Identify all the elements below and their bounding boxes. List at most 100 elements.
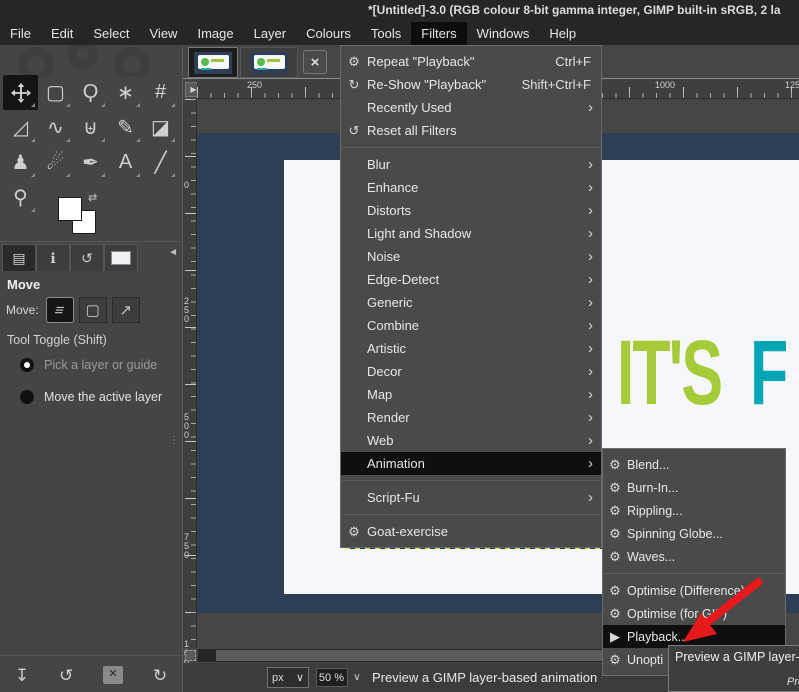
- panel-resize-grip[interactable]: ⋮: [169, 435, 180, 446]
- menu-help[interactable]: Help: [539, 22, 586, 45]
- menu-item-enhance[interactable]: Enhance›: [341, 176, 601, 199]
- scrollbar-thumb[interactable]: [216, 650, 608, 661]
- tab-image-thumbnail[interactable]: [104, 244, 138, 271]
- quick-mask-toggle-icon[interactable]: [185, 650, 196, 661]
- delete-preset-icon[interactable]: ×: [103, 666, 123, 684]
- zoom-input[interactable]: 50 %: [316, 668, 348, 687]
- tool-warp[interactable]: ∿: [38, 110, 73, 145]
- tab-device-status[interactable]: ℹ: [36, 244, 70, 271]
- shear-icon: ◿: [13, 115, 28, 140]
- text-tool-icon: A: [119, 151, 132, 174]
- menu-separator: [342, 480, 600, 481]
- tool-shear[interactable]: ◿: [3, 110, 38, 145]
- menu-item-edge-detect[interactable]: Edge-Detect›: [341, 268, 601, 291]
- menu-view[interactable]: View: [140, 22, 188, 45]
- close-image-icon[interactable]: ×: [303, 50, 327, 74]
- menu-edit[interactable]: Edit: [41, 22, 83, 45]
- menu-item-noise[interactable]: Noise›: [341, 245, 601, 268]
- tool-paintbrush[interactable]: ✎: [108, 110, 143, 145]
- menu-item-map[interactable]: Map›: [341, 383, 601, 406]
- menu-item-reset-all-filters[interactable]: ↺ Reset all Filters: [341, 119, 601, 142]
- reset-defaults-icon[interactable]: ↻: [153, 667, 167, 684]
- image-tab-1[interactable]: [188, 47, 238, 78]
- menu-item-light-and-shadow[interactable]: Light and Shadow›: [341, 222, 601, 245]
- image-thumbnail: [250, 52, 288, 74]
- tool-free-select[interactable]: Ϙ: [73, 75, 108, 110]
- menu-select[interactable]: Select: [83, 22, 139, 45]
- radio-selected-icon[interactable]: [20, 358, 34, 372]
- restore-preset-icon[interactable]: ↺: [59, 667, 73, 684]
- reset-icon: ↺: [341, 123, 367, 139]
- tool-options-title: Move: [7, 277, 40, 292]
- menu-filters[interactable]: Filters: [411, 22, 466, 45]
- tab-tool-options[interactable]: ▤: [2, 244, 36, 271]
- unit-select[interactable]: px ∨: [267, 667, 309, 688]
- submenu-item-optimise-difference[interactable]: ⚙Optimise (Difference): [603, 579, 785, 602]
- dock-footer-divider: [0, 655, 182, 656]
- foreground-color-swatch[interactable]: [58, 197, 82, 221]
- menu-item-recently-used[interactable]: Recently Used ›: [341, 96, 601, 119]
- color-swatches[interactable]: ⇄: [58, 193, 118, 237]
- save-preset-icon[interactable]: ↧: [15, 667, 29, 684]
- tool-bucket-fill[interactable]: ⊎: [73, 110, 108, 145]
- move-selection-button[interactable]: ▢: [79, 297, 107, 323]
- menu-item-blur[interactable]: Blur›: [341, 153, 601, 176]
- free-select-icon: Ϙ: [83, 81, 99, 104]
- menu-item-generic[interactable]: Generic›: [341, 291, 601, 314]
- bucket-fill-icon: ⊎: [83, 115, 98, 140]
- zoom-chevron-down-icon[interactable]: ∨: [348, 668, 366, 687]
- tool-zoom[interactable]: ⚲: [3, 180, 38, 215]
- vertical-ruler[interactable]: 0 250 500 750 1000: [183, 99, 197, 648]
- move-layer-button[interactable]: ≡: [46, 297, 74, 323]
- image-tab-2[interactable]: [240, 47, 298, 78]
- swap-colors-icon[interactable]: ⇄: [88, 191, 97, 204]
- tool-crop[interactable]: #: [143, 75, 178, 110]
- collapse-dock-icon[interactable]: ◄: [168, 247, 178, 258]
- tool-fuzzy-select[interactable]: ∗: [108, 75, 143, 110]
- tool-ink[interactable]: ✒: [73, 145, 108, 180]
- menu-file[interactable]: File: [0, 22, 41, 45]
- submenu-arrow-icon: ›: [588, 226, 601, 241]
- move-label: Move:: [6, 303, 39, 317]
- submenu-item-optimise-gif[interactable]: ⚙Optimise (for GIF): [603, 602, 785, 625]
- radio-unselected-icon[interactable]: [20, 390, 34, 404]
- gear-icon: ⚙: [603, 583, 627, 599]
- menu-item-goat-exercise[interactable]: ⚙Goat-exercise: [341, 520, 601, 543]
- menu-item-distorts[interactable]: Distorts›: [341, 199, 601, 222]
- tool-color-picker[interactable]: ╱: [143, 145, 178, 180]
- submenu-item-rippling[interactable]: ⚙Rippling...: [603, 499, 785, 522]
- submenu-item-waves[interactable]: ⚙Waves...: [603, 545, 785, 568]
- move-path-button[interactable]: ↗: [112, 297, 140, 323]
- menu-item-combine[interactable]: Combine›: [341, 314, 601, 337]
- ruler-label: 500: [184, 413, 192, 440]
- menu-colours[interactable]: Colours: [296, 22, 361, 45]
- tool-smudge[interactable]: ☄: [38, 145, 73, 180]
- tool-clone[interactable]: ♟: [3, 145, 38, 180]
- submenu-arrow-icon: ›: [588, 433, 601, 448]
- submenu-item-burn-in[interactable]: ⚙Burn-In...: [603, 476, 785, 499]
- menu-item-script-fu[interactable]: Script-Fu›: [341, 486, 601, 509]
- menu-item-reshow[interactable]: ↻ Re-Show "Playback" Shift+Ctrl+F: [341, 73, 601, 96]
- radio-move-active-layer[interactable]: Move the active layer: [20, 390, 162, 404]
- menu-item-render[interactable]: Render›: [341, 406, 601, 429]
- wilber-watermark: [10, 45, 170, 77]
- menu-item-repeat[interactable]: ⚙ Repeat "Playback" Ctrl+F: [341, 50, 601, 73]
- tool-move[interactable]: [3, 75, 38, 110]
- tool-rectangle-select[interactable]: ▢: [38, 75, 73, 110]
- tool-text[interactable]: A: [108, 145, 143, 180]
- submenu-item-spinning-globe[interactable]: ⚙Spinning Globe...: [603, 522, 785, 545]
- menu-layer[interactable]: Layer: [244, 22, 297, 45]
- menu-item-animation[interactable]: Animation›: [341, 452, 601, 475]
- menu-tools[interactable]: Tools: [361, 22, 411, 45]
- menu-item-artistic[interactable]: Artistic›: [341, 337, 601, 360]
- menu-item-decor[interactable]: Decor›: [341, 360, 601, 383]
- ruler-label: 0: [184, 181, 192, 190]
- submenu-item-blend[interactable]: ⚙Blend...: [603, 453, 785, 476]
- menu-image[interactable]: Image: [187, 22, 243, 45]
- menu-windows[interactable]: Windows: [467, 22, 540, 45]
- tab-undo-history[interactable]: ↺: [70, 244, 104, 271]
- menu-item-web[interactable]: Web›: [341, 429, 601, 452]
- tool-eraser[interactable]: ◪: [143, 110, 178, 145]
- radio-pick-layer[interactable]: Pick a layer or guide: [20, 358, 157, 372]
- image-thumbnail: [194, 52, 232, 74]
